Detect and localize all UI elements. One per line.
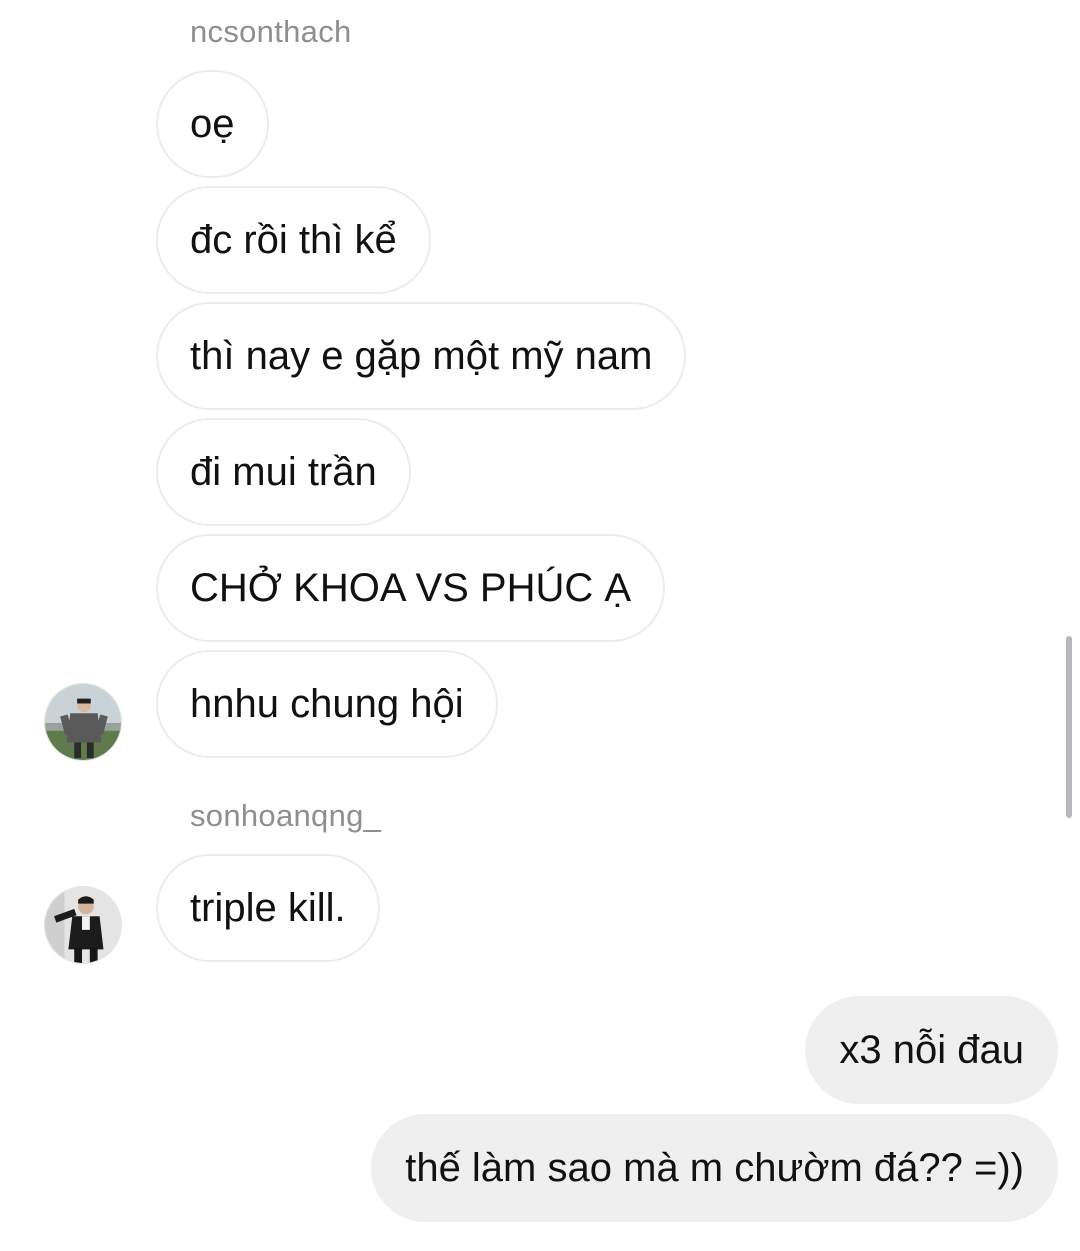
message-bubble[interactable]: thì nay e gặp một mỹ nam <box>156 302 687 410</box>
message-bubble-outgoing[interactable]: thế làm sao mà m chườm đá?? =)) <box>371 1114 1058 1222</box>
user-avatar-icon[interactable] <box>44 886 122 964</box>
message-bubble[interactable]: oẹ <box>156 70 269 178</box>
message-text: hnhu chung hội <box>190 681 464 726</box>
message-bubble[interactable]: hnhu chung hội <box>156 650 498 758</box>
message-text: oẹ <box>190 101 235 146</box>
message-bubble[interactable]: đi mui trần <box>156 418 411 526</box>
message-text: triple kill. <box>190 885 346 930</box>
message-text: CHỞ KHOA VS PHÚC Ạ <box>190 565 632 610</box>
message-text: thì nay e gặp một mỹ nam <box>190 333 653 378</box>
message-text: thế làm sao mà m chườm đá?? =)) <box>405 1145 1024 1190</box>
message-text: đc rồi thì kể <box>190 217 397 262</box>
message-bubble[interactable]: triple kill. <box>156 854 380 962</box>
message-text: đi mui trần <box>190 449 377 494</box>
sender-name[interactable]: ncsonthach <box>190 14 352 50</box>
user-avatar-icon[interactable] <box>44 683 122 761</box>
scrollbar[interactable] <box>1066 636 1072 818</box>
message-text: x3 nỗi đau <box>839 1027 1024 1072</box>
message-bubble-outgoing[interactable]: x3 nỗi đau <box>805 996 1058 1104</box>
message-bubble[interactable]: CHỞ KHOA VS PHÚC Ạ <box>156 534 666 642</box>
sender-name[interactable]: sonhoanqng_ <box>190 798 381 834</box>
message-bubble[interactable]: đc rồi thì kể <box>156 186 431 294</box>
